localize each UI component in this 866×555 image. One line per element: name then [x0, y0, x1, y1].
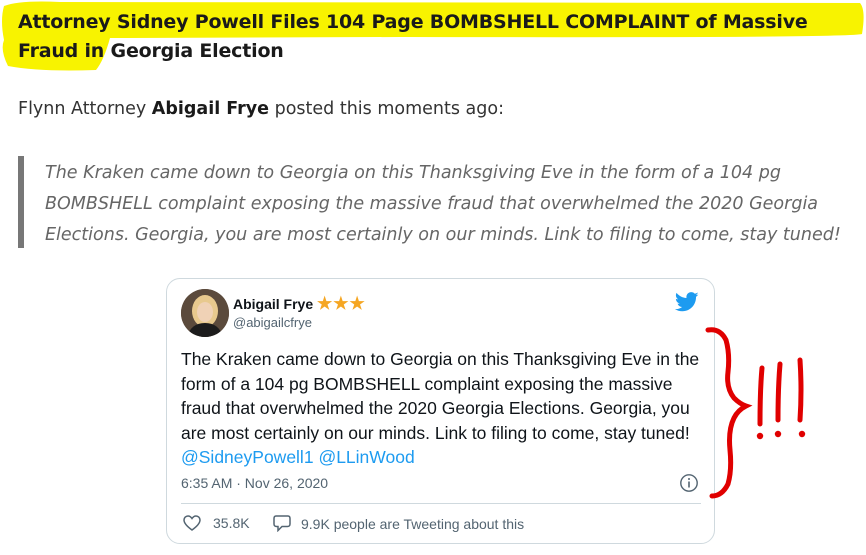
- embedded-tweet[interactable]: Abigail Frye ★★★ @abigailcfrye The Krake…: [166, 278, 715, 544]
- article-intro: Flynn Attorney Abigail Frye posted this …: [18, 99, 504, 119]
- article-headline: Attorney Sidney Powell Files 104 Page BO…: [18, 11, 808, 62]
- tweet-body: The Kraken came down to Georgia on this …: [181, 347, 706, 470]
- tweet-timestamp[interactable]: 6:35 AM · Nov 26, 2020: [181, 475, 328, 491]
- mention-sidney-powell[interactable]: @SidneyPowell1: [181, 447, 314, 467]
- tweet-body-text: The Kraken came down to Georgia on this …: [181, 349, 700, 443]
- intro-suffix: posted this moments ago:: [269, 99, 504, 119]
- tweet-divider: [181, 503, 701, 504]
- intro-prefix: Flynn Attorney: [18, 99, 152, 119]
- like-button[interactable]: 35.8K: [183, 515, 250, 531]
- tweeting-about-text[interactable]: 9.9K people are Tweeting about this: [301, 516, 524, 532]
- avatar-photo: [181, 289, 229, 337]
- twitter-bird-icon[interactable]: [675, 292, 699, 312]
- intro-author-name: Abigail Frye: [151, 99, 270, 119]
- speech-bubble-icon[interactable]: [273, 515, 291, 532]
- info-icon[interactable]: [679, 473, 699, 493]
- heart-icon[interactable]: [183, 515, 201, 531]
- avatar[interactable]: [181, 289, 229, 337]
- star-icons: ★★★: [317, 294, 366, 313]
- like-count[interactable]: 35.8K: [213, 515, 250, 531]
- blockquote-text: The Kraken came down to Georgia on this …: [45, 163, 841, 245]
- blockquote-bar: [18, 156, 24, 248]
- conversation-link[interactable]: 9.9K people are Tweeting about this: [273, 515, 524, 532]
- mention-llinwood[interactable]: @LLinWood: [318, 447, 414, 467]
- headline-area: Attorney Sidney Powell Files 104 Page BO…: [0, 0, 866, 72]
- tweet-handle[interactable]: @abigailcfrye: [233, 315, 312, 330]
- red-annotation: }!!!: [705, 320, 806, 499]
- annotation-text: }!!!: [760, 320, 762, 321]
- tweet-author-name[interactable]: Abigail Frye: [233, 296, 313, 312]
- tweet-author[interactable]: Abigail Frye ★★★: [233, 294, 366, 314]
